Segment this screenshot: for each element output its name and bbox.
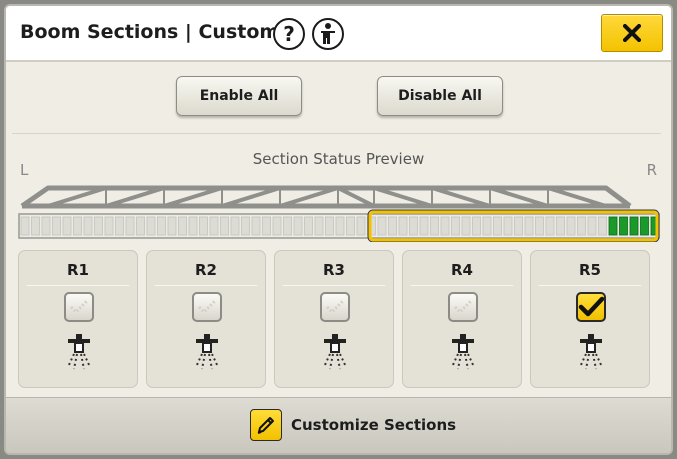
spray-nozzle-icon	[62, 333, 96, 375]
card-divider	[283, 285, 385, 286]
section-label: R1	[67, 261, 89, 279]
card-divider	[539, 285, 641, 286]
customize-sections[interactable]: Customize Sections	[250, 409, 456, 441]
section-card-r2: R2	[146, 250, 266, 388]
spray-nozzle-icon	[574, 333, 608, 375]
pencil-icon[interactable]	[250, 409, 282, 441]
title-bar: Boom Sections | Custom ?	[6, 6, 671, 62]
card-divider	[411, 285, 513, 286]
section-checkbox-r4[interactable]	[448, 292, 478, 322]
spray-nozzle-icon	[446, 333, 480, 375]
boom-sections-dialog: Boom Sections | Custom ? Enable All Disa…	[4, 4, 673, 455]
section-checkbox-r5[interactable]	[576, 292, 606, 322]
boom-preview	[18, 185, 660, 242]
checkmark-faded-icon	[453, 299, 473, 315]
spray-nozzle-icon	[190, 333, 224, 375]
left-side-label: L	[20, 161, 29, 179]
card-divider	[27, 285, 129, 286]
close-x-icon	[623, 24, 641, 42]
section-cards: R1 R2 R3 R4 R5	[18, 250, 654, 390]
section-card-r4: R4	[402, 250, 522, 388]
section-card-r1: R1	[18, 250, 138, 388]
section-label: R4	[451, 261, 473, 279]
dialog-title: Boom Sections | Custom	[20, 21, 280, 43]
boom-truss-icon	[20, 185, 632, 209]
section-card-r3: R3	[274, 250, 394, 388]
checkmark-faded-icon	[325, 299, 345, 315]
checkmark-faded-icon	[69, 299, 89, 315]
help-icon[interactable]: ?	[273, 18, 305, 50]
section-label: R2	[195, 261, 217, 279]
enable-all-button[interactable]: Enable All	[176, 76, 302, 116]
footer-bar: Customize Sections	[6, 397, 671, 453]
divider	[12, 133, 661, 134]
section-label: R5	[579, 261, 601, 279]
section-checkbox-r1[interactable]	[64, 292, 94, 322]
section-card-r5: R5	[530, 250, 650, 388]
checkmark-icon	[578, 296, 604, 317]
checkmark-faded-icon	[197, 299, 217, 315]
spray-nozzle-icon	[318, 333, 352, 375]
section-label: R3	[323, 261, 345, 279]
disable-all-button[interactable]: Disable All	[377, 76, 503, 116]
info-icon[interactable]	[312, 18, 344, 50]
section-checkbox-r3[interactable]	[320, 292, 350, 322]
help-icon-glyph: ?	[283, 22, 295, 46]
section-checkbox-r2[interactable]	[192, 292, 222, 322]
section-status-preview-title: Section Status Preview	[252, 150, 425, 168]
right-side-label: R	[646, 161, 657, 179]
card-divider	[155, 285, 257, 286]
customize-sections-label: Customize Sections	[291, 416, 457, 434]
boom-nozzle-bar	[18, 209, 660, 242]
close-button[interactable]	[601, 14, 663, 52]
